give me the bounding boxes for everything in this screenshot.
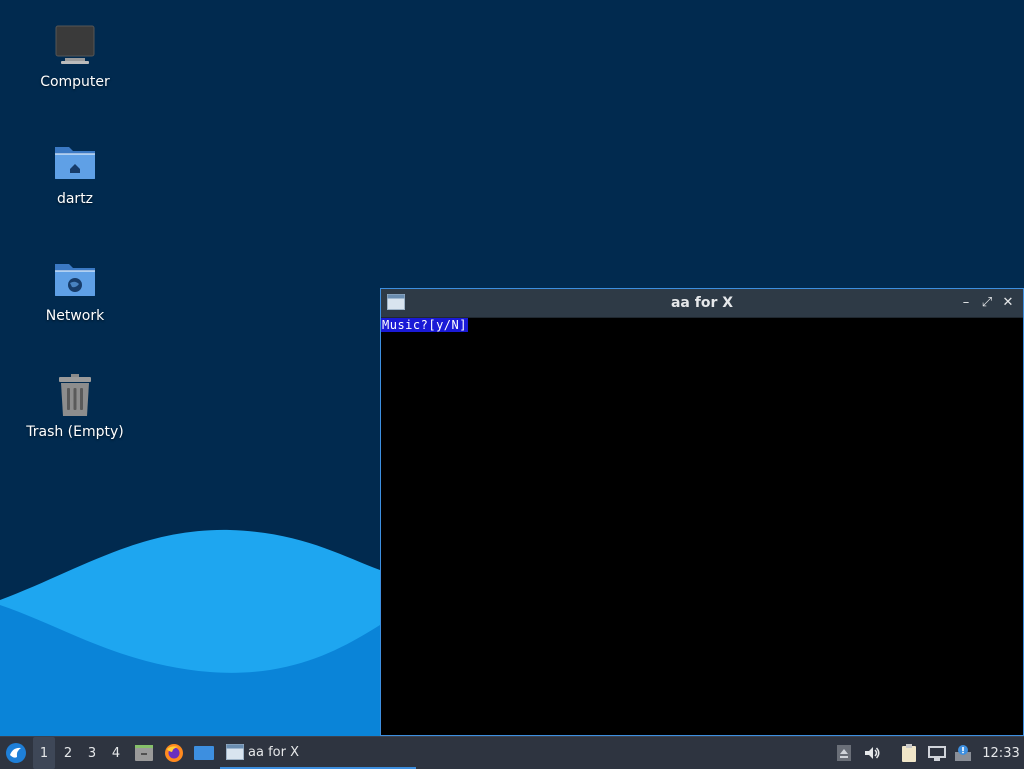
volume-button[interactable]	[861, 737, 883, 769]
show-desktop-button[interactable]	[191, 737, 217, 769]
volume-icon	[865, 747, 880, 759]
desktop-icon-label: Network	[45, 308, 105, 324]
workspace-3[interactable]: 3	[81, 737, 103, 769]
desktop-icon-label: Trash (Empty)	[26, 424, 124, 440]
network-folder-icon	[55, 264, 95, 296]
computer-icon	[55, 25, 95, 64]
file-manager-launcher[interactable]	[132, 737, 156, 769]
desktop-icon-trash[interactable]: Trash (Empty)	[15, 372, 135, 440]
desktop-icon	[194, 746, 214, 760]
desktop-icon-computer[interactable]: Computer	[15, 22, 135, 90]
network-status-button[interactable]	[925, 737, 949, 769]
workspace-2[interactable]: 2	[57, 737, 79, 769]
desktop-icon-label: dartz	[56, 191, 94, 207]
aa-window[interactable]: aa for X – ⤢ ✕ Music?[y/N]	[380, 288, 1024, 736]
firefox-icon	[165, 744, 183, 762]
clipboard-button[interactable]	[897, 737, 921, 769]
network-icon	[928, 746, 946, 761]
home-folder-icon	[55, 147, 95, 179]
lubuntu-logo-icon	[6, 743, 26, 763]
update-notifier-button[interactable]	[951, 737, 975, 769]
maximize-button[interactable]: ⤢	[978, 294, 996, 312]
workspace-1[interactable]: 1	[33, 737, 55, 769]
eject-icon	[837, 745, 851, 761]
music-prompt: Music?[y/N]	[381, 318, 468, 332]
tray-eject-button[interactable]	[834, 737, 854, 769]
task-label: aa for X	[248, 744, 299, 760]
terminal-area[interactable]: Music?[y/N]	[381, 318, 1023, 735]
workspace-4[interactable]: 4	[105, 737, 127, 769]
close-button[interactable]: ✕	[999, 294, 1017, 312]
window-title: aa for X	[670, 295, 734, 311]
window-titlebar[interactable]: aa for X – ⤢ ✕	[381, 289, 1023, 318]
window-icon	[226, 744, 244, 760]
taskbar-task-aa[interactable]: aa for X	[220, 737, 416, 769]
desktop-icon-home[interactable]: dartz	[15, 139, 135, 207]
update-icon	[955, 745, 971, 761]
trash-icon	[59, 374, 91, 416]
start-menu-button[interactable]	[2, 737, 30, 769]
file-manager-icon	[135, 745, 153, 761]
taskbar: 1 2 3 4 aa for X 12:33	[0, 736, 1024, 769]
desktop-icon-network[interactable]: Network	[15, 256, 135, 324]
desktop-icon-label: Computer	[40, 74, 110, 90]
minimize-button[interactable]: –	[957, 294, 975, 312]
clipboard-icon	[902, 744, 916, 762]
firefox-launcher[interactable]	[162, 737, 186, 769]
clock[interactable]: 12:33	[978, 737, 1024, 769]
